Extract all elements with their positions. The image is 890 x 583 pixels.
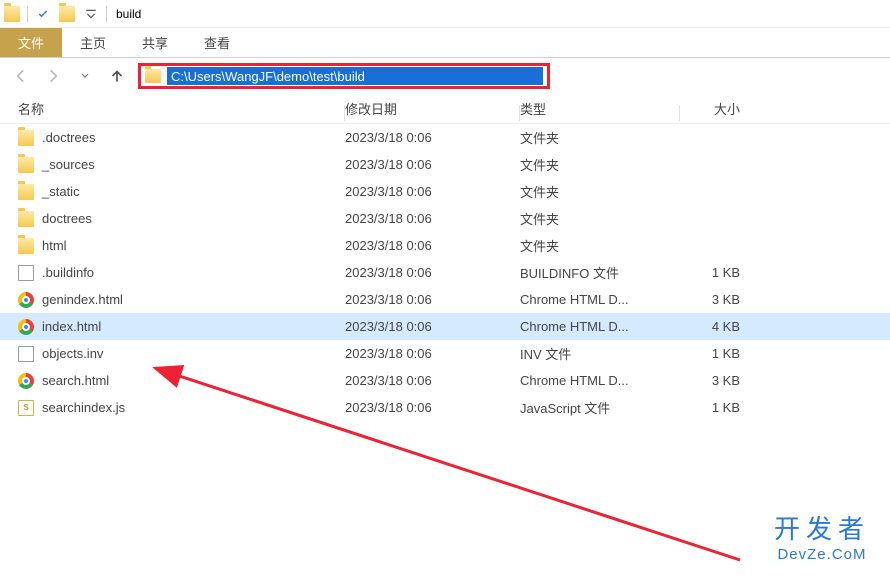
nav-recent-dropdown-icon[interactable] bbox=[74, 65, 96, 87]
file-name: doctrees bbox=[42, 211, 92, 226]
file-type: JavaScript 文件 bbox=[520, 398, 680, 417]
nav-forward-button[interactable] bbox=[42, 65, 64, 87]
file-row[interactable]: doctrees 2023/3/18 0:06文件夹 bbox=[0, 205, 890, 232]
file-date: 2023/3/18 0:06 bbox=[345, 184, 520, 199]
file-row[interactable]: _static 2023/3/18 0:06文件夹 bbox=[0, 178, 890, 205]
file-name: .buildinfo bbox=[42, 265, 94, 280]
file-list: .doctrees2023/3/18 0:06文件夹_sources2023/3… bbox=[0, 124, 890, 421]
app-folder-icon bbox=[0, 2, 24, 26]
address-bar[interactable] bbox=[138, 63, 550, 89]
qat-separator bbox=[27, 6, 28, 22]
header-type[interactable]: 类型 bbox=[520, 99, 680, 118]
file-size: 1 KB bbox=[680, 265, 780, 280]
file-row[interactable]: index.html 2023/3/18 0:06Chrome HTML D...… bbox=[0, 313, 890, 340]
file-date: 2023/3/18 0:06 bbox=[345, 319, 520, 334]
file-date: 2023/3/18 0:06 bbox=[345, 130, 520, 145]
file-type: INV 文件 bbox=[520, 344, 680, 363]
file-type: Chrome HTML D... bbox=[520, 292, 680, 307]
address-input[interactable] bbox=[167, 67, 543, 85]
header-date[interactable]: 修改日期 bbox=[345, 99, 520, 118]
tab-file[interactable]: 文件 bbox=[0, 28, 62, 57]
file-date: 2023/3/18 0:06 bbox=[345, 346, 520, 361]
file-row[interactable]: html 2023/3/18 0:06文件夹 bbox=[0, 232, 890, 259]
chrome-icon bbox=[18, 319, 34, 335]
tab-home[interactable]: 主页 bbox=[62, 28, 124, 57]
nav-back-button[interactable] bbox=[10, 65, 32, 87]
file-type: 文件夹 bbox=[520, 209, 680, 228]
file-date: 2023/3/18 0:06 bbox=[345, 211, 520, 226]
file-name: search.html bbox=[42, 373, 109, 388]
address-bar-wrap bbox=[138, 63, 550, 89]
file-date: 2023/3/18 0:06 bbox=[345, 373, 520, 388]
folder-icon bbox=[18, 130, 34, 146]
tab-share[interactable]: 共享 bbox=[124, 28, 186, 57]
file-type: 文件夹 bbox=[520, 128, 680, 147]
file-size: 1 KB bbox=[680, 400, 780, 415]
file-row[interactable]: .buildinfo 2023/3/18 0:06BUILDINFO 文件1 KB bbox=[0, 259, 890, 286]
chrome-icon bbox=[18, 292, 34, 308]
qat-folder-icon[interactable] bbox=[55, 2, 79, 26]
file-name: searchindex.js bbox=[42, 400, 125, 415]
folder-icon bbox=[18, 157, 34, 173]
js-icon: S bbox=[18, 400, 34, 416]
watermark-line1: 开发者 bbox=[774, 509, 870, 546]
folder-icon bbox=[18, 238, 34, 254]
file-type: Chrome HTML D... bbox=[520, 319, 680, 334]
folder-icon bbox=[18, 211, 34, 227]
qat-properties-icon[interactable] bbox=[31, 2, 55, 26]
file-name: html bbox=[42, 238, 67, 253]
file-date: 2023/3/18 0:06 bbox=[345, 157, 520, 172]
column-headers: 名称 修改日期 类型 大小 bbox=[0, 94, 890, 124]
window-title: build bbox=[116, 7, 141, 21]
file-type: BUILDINFO 文件 bbox=[520, 263, 680, 282]
file-size: 3 KB bbox=[680, 292, 780, 307]
file-name: objects.inv bbox=[42, 346, 103, 361]
nav-up-button[interactable] bbox=[106, 65, 128, 87]
file-name: index.html bbox=[42, 319, 101, 334]
file-row[interactable]: search.html 2023/3/18 0:06Chrome HTML D..… bbox=[0, 367, 890, 394]
file-icon bbox=[18, 346, 34, 362]
file-name: _static bbox=[42, 184, 80, 199]
file-type: Chrome HTML D... bbox=[520, 373, 680, 388]
nav-row bbox=[0, 58, 890, 94]
file-row[interactable]: objects.inv 2023/3/18 0:06INV 文件1 KB bbox=[0, 340, 890, 367]
ribbon: 文件 主页 共享 查看 bbox=[0, 28, 890, 58]
qat-separator-2 bbox=[106, 6, 107, 22]
header-size[interactable]: 大小 bbox=[680, 99, 780, 118]
file-row[interactable]: genindex.html 2023/3/18 0:06Chrome HTML D… bbox=[0, 286, 890, 313]
file-size: 4 KB bbox=[680, 319, 780, 334]
header-name[interactable]: 名称 bbox=[0, 99, 345, 118]
file-type: 文件夹 bbox=[520, 236, 680, 255]
file-date: 2023/3/18 0:06 bbox=[345, 400, 520, 415]
tab-view[interactable]: 查看 bbox=[186, 28, 248, 57]
address-folder-icon bbox=[145, 69, 161, 83]
file-row[interactable]: _sources 2023/3/18 0:06文件夹 bbox=[0, 151, 890, 178]
file-date: 2023/3/18 0:06 bbox=[345, 265, 520, 280]
file-name: genindex.html bbox=[42, 292, 123, 307]
file-date: 2023/3/18 0:06 bbox=[345, 292, 520, 307]
file-size: 3 KB bbox=[680, 373, 780, 388]
file-type: 文件夹 bbox=[520, 182, 680, 201]
titlebar: build bbox=[0, 0, 890, 28]
chrome-icon bbox=[18, 373, 34, 389]
file-name: .doctrees bbox=[42, 130, 95, 145]
watermark-line2: DevZe.CoM bbox=[774, 546, 870, 563]
qat-dropdown-icon[interactable] bbox=[79, 2, 103, 26]
watermark: 开发者 DevZe.CoM bbox=[774, 509, 870, 563]
file-row[interactable]: Ssearchindex.js 2023/3/18 0:06JavaScript … bbox=[0, 394, 890, 421]
file-name: _sources bbox=[42, 157, 95, 172]
folder-icon bbox=[18, 184, 34, 200]
file-size: 1 KB bbox=[680, 346, 780, 361]
file-row[interactable]: .doctrees 2023/3/18 0:06文件夹 bbox=[0, 124, 890, 151]
file-icon bbox=[18, 265, 34, 281]
file-type: 文件夹 bbox=[520, 155, 680, 174]
file-date: 2023/3/18 0:06 bbox=[345, 238, 520, 253]
